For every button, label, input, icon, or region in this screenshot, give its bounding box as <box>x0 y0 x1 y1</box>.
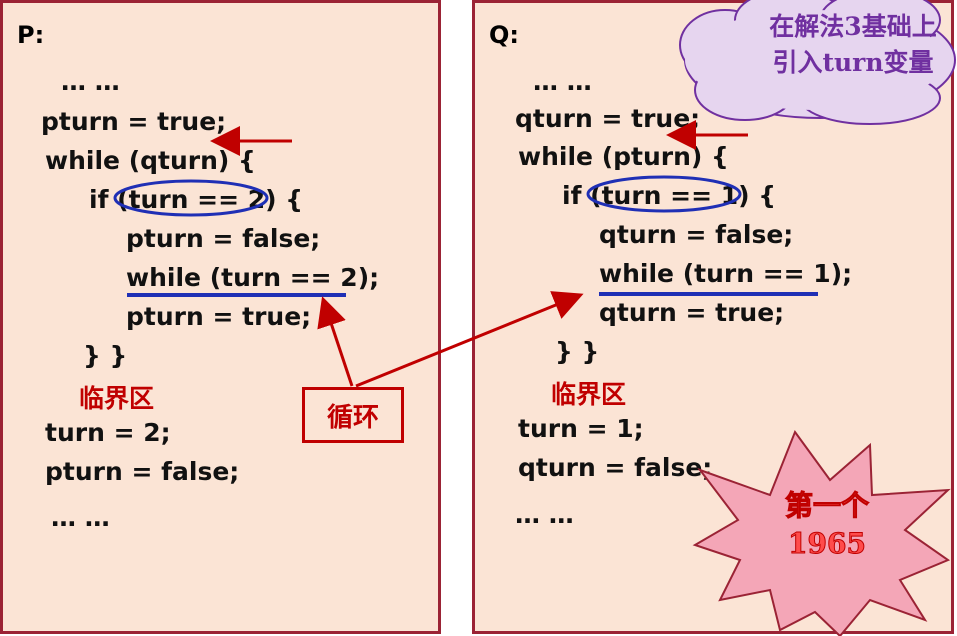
loop-label-box: 循环 <box>302 387 404 443</box>
star-text-line2: 1965 <box>788 527 867 561</box>
cloud-text-line2: 引入turn变量 <box>772 48 934 77</box>
highlight-ellipse <box>113 179 269 217</box>
highlight-ellipse <box>586 175 742 213</box>
loop-label: 循环 <box>326 402 379 433</box>
star-text-line1: 第一个 <box>784 489 869 523</box>
cloud-text-line1: 在解法3基础上 <box>769 12 937 41</box>
loop-arrow-right <box>355 291 584 388</box>
loop-arrow-left <box>317 296 354 387</box>
